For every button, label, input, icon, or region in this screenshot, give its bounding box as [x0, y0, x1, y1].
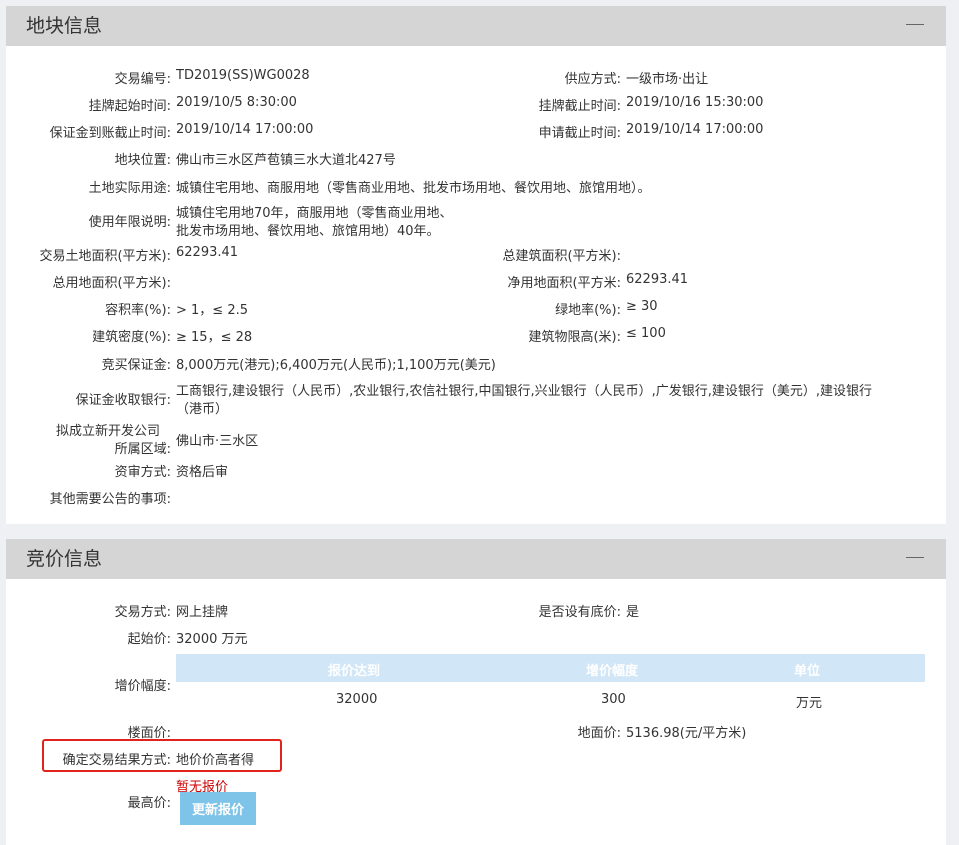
- usage-value: 城镇住宅用地、商服用地（零售商业用地、批发市场用地、餐饮用地、旅馆用地）。: [176, 181, 651, 196]
- review-method-label: 资审方式:: [114, 465, 171, 480]
- header-unit: 单位: [794, 664, 821, 679]
- header-increment: 增价幅度: [586, 664, 639, 679]
- far-value: > 1，≤ 2.5: [176, 303, 248, 318]
- net-area-label: 净用地面积(平方米:: [507, 276, 621, 291]
- net-area-value: 62293.41: [626, 272, 689, 287]
- trade-method-value: 网上挂牌: [176, 605, 229, 620]
- trade-no-label: 交易编号:: [114, 72, 171, 87]
- cell-unit: 万元: [796, 696, 823, 711]
- bid-deposit-label: 竞买保证金:: [101, 358, 171, 373]
- land-info-header[interactable]: 地块信息: [6, 6, 946, 46]
- refresh-bid-button[interactable]: 更新报价: [180, 792, 256, 825]
- deposit-deadline-label: 保证金到账截止时间:: [49, 126, 171, 141]
- company-region-value: 佛山市·三水区: [176, 434, 259, 449]
- term-value-line2: 批发市场用地、餐饮用地、旅馆用地）40年。: [176, 224, 440, 239]
- result-method-label: 确定交易结果方式:: [62, 753, 171, 768]
- term-label: 使用年限说明:: [88, 215, 171, 230]
- reserve-price-value: 是: [626, 605, 640, 620]
- increment-table-header: 报价达到 增价幅度 单位: [176, 654, 925, 682]
- start-price-value: 32000 万元: [176, 632, 248, 647]
- usage-label: 土地实际用途:: [88, 181, 171, 196]
- result-method-value: 地价价高者得: [176, 753, 255, 768]
- increment-table: 报价达到 增价幅度 单位 32000 300 万元: [176, 654, 925, 716]
- green-ratio-value: ≥ 30: [626, 299, 658, 314]
- increment-label: 增价幅度:: [114, 679, 171, 694]
- trade-area-value: 62293.41: [176, 245, 239, 260]
- trade-area-label: 交易土地面积(平方米):: [39, 249, 171, 264]
- listing-end-value: 2019/10/16 15:30:00: [626, 95, 764, 110]
- highest-price-label: 最高价:: [127, 796, 171, 811]
- reserve-price-label: 是否设有底价:: [538, 605, 621, 620]
- density-value: ≥ 15，≤ 28: [176, 330, 253, 345]
- apply-deadline-label: 申请截止时间:: [538, 126, 621, 141]
- supply-method-label: 供应方式:: [564, 72, 621, 87]
- bank-value-line2: （港币）: [176, 402, 229, 417]
- collapse-icon[interactable]: [906, 557, 924, 558]
- other-notice-label: 其他需要公告的事项:: [49, 492, 171, 507]
- start-price-label: 起始价:: [127, 632, 171, 647]
- bank-label: 保证金收取银行:: [75, 393, 171, 408]
- bid-info-title: 竞价信息: [26, 548, 103, 570]
- trade-no-value: TD2019(SS)WG0028: [176, 68, 310, 83]
- total-use-area-label: 总用地面积(平方米):: [52, 276, 171, 291]
- header-price-reached: 报价达到: [328, 664, 381, 679]
- cell-increment: 300: [601, 692, 626, 707]
- listing-start-value: 2019/10/5 8:30:00: [176, 95, 297, 110]
- review-method-value: 资格后审: [176, 465, 229, 480]
- land-info-title: 地块信息: [26, 15, 103, 37]
- apply-deadline-value: 2019/10/14 17:00:00: [626, 122, 764, 137]
- density-label: 建筑密度(%):: [92, 330, 171, 345]
- total-build-area-label: 总建筑面积(平方米):: [502, 249, 621, 264]
- bank-value-line1: 工商银行,建设银行（人民币）,农业银行,农信社银行,中国银行,兴业银行（人民币）…: [176, 384, 873, 399]
- far-label: 容积率(%):: [105, 303, 171, 318]
- location-label: 地块位置:: [114, 153, 171, 168]
- height-limit-label: 建筑物限高(米):: [528, 330, 621, 345]
- term-value-line1: 城镇住宅用地70年，商服用地（零售商业用地、: [176, 206, 453, 221]
- location-value: 佛山市三水区芦苞镇三水大道北427号: [176, 153, 396, 168]
- listing-end-label: 挂牌截止时间:: [538, 99, 621, 114]
- supply-method-value: 一级市场·出让: [626, 72, 709, 87]
- listing-start-label: 挂牌起始时间:: [88, 99, 171, 114]
- company-label-line1: 拟成立新开发公司: [55, 424, 160, 439]
- land-price-label: 地面价:: [577, 726, 621, 741]
- cell-price-reached: 32000: [336, 692, 378, 707]
- company-label-line2: 所属区域:: [114, 442, 171, 457]
- deposit-deadline-value: 2019/10/14 17:00:00: [176, 122, 314, 137]
- collapse-icon[interactable]: [906, 24, 924, 25]
- bid-info-header[interactable]: 竞价信息: [6, 539, 946, 579]
- bid-deposit-value: 8,000万元(港元);6,400万元(人民币);1,100万元(美元): [176, 358, 496, 373]
- height-limit-value: ≤ 100: [626, 326, 666, 341]
- green-ratio-label: 绿地率(%):: [555, 303, 621, 318]
- table-row: 32000 300 万元: [176, 682, 925, 716]
- land-price-value: 5136.98(元/平方米): [626, 726, 747, 741]
- trade-method-label: 交易方式:: [114, 605, 171, 620]
